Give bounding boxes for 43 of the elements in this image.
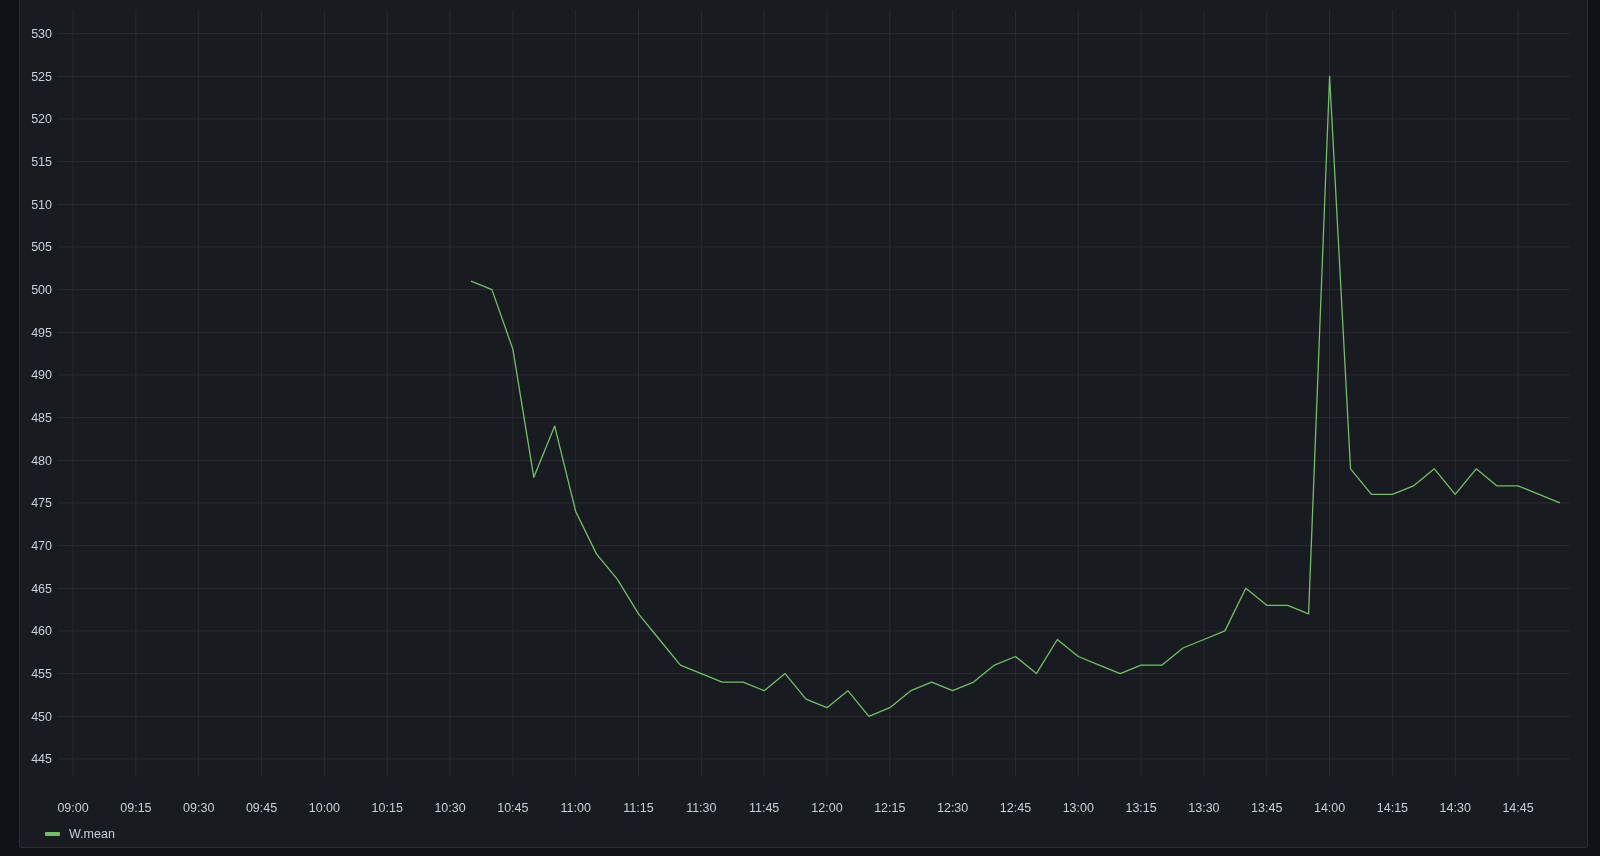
- x-axis-label: 12:00: [811, 801, 843, 815]
- y-axis-label: 495: [31, 325, 52, 340]
- y-axis-label: 485: [31, 411, 52, 426]
- y-axis-label: 520: [31, 112, 52, 127]
- y-axis-label: 525: [31, 69, 52, 84]
- x-axis-label: 12:15: [874, 801, 906, 815]
- y-axis-label: 480: [31, 453, 52, 468]
- x-axis-label: 11:45: [749, 801, 780, 815]
- y-axis-label: 450: [31, 709, 52, 724]
- x-axis-label: 12:30: [937, 801, 969, 815]
- y-axis-label: 490: [31, 368, 52, 383]
- y-axis-label: 470: [31, 539, 52, 554]
- x-axis-label: 13:15: [1125, 801, 1157, 815]
- y-axis-label: 455: [31, 667, 52, 682]
- x-axis-label: 14:45: [1502, 801, 1534, 815]
- y-axis-label: 460: [31, 624, 52, 639]
- x-axis-label: 11:00: [560, 801, 591, 815]
- x-axis-label: 12:45: [999, 801, 1032, 815]
- x-axis-label: 13:00: [1062, 801, 1094, 815]
- x-axis-label: 09:15: [120, 801, 152, 815]
- legend-label[interactable]: W.mean: [69, 827, 115, 841]
- y-axis-label: 445: [31, 752, 52, 767]
- y-axis-label: 530: [31, 27, 52, 42]
- y-axis-label: 465: [31, 581, 52, 596]
- x-axis-label: 14:00: [1313, 801, 1346, 815]
- x-axis-label: 10:00: [308, 801, 340, 815]
- x-axis-label: 11:30: [686, 801, 717, 815]
- x-axis-label: 11:15: [623, 801, 654, 815]
- x-axis-label: 13:30: [1188, 801, 1220, 815]
- x-axis-label: 09:00: [57, 801, 89, 815]
- y-axis-label: 475: [31, 496, 52, 511]
- y-axis-label: 505: [31, 240, 52, 255]
- x-axis-label: 13:45: [1251, 801, 1283, 815]
- x-axis-label: 14:30: [1439, 801, 1471, 815]
- y-axis-label: 510: [31, 197, 52, 212]
- y-axis-label: 515: [31, 155, 52, 170]
- y-axis-label: 500: [31, 283, 52, 298]
- x-axis-label: 10:30: [434, 801, 466, 815]
- x-axis-label: 14:15: [1376, 801, 1409, 815]
- x-axis-label: 10:15: [371, 801, 403, 815]
- x-axis-label: 09:30: [183, 801, 215, 815]
- x-axis-label: 10:45: [497, 801, 529, 815]
- x-axis-label: 09:45: [245, 801, 278, 815]
